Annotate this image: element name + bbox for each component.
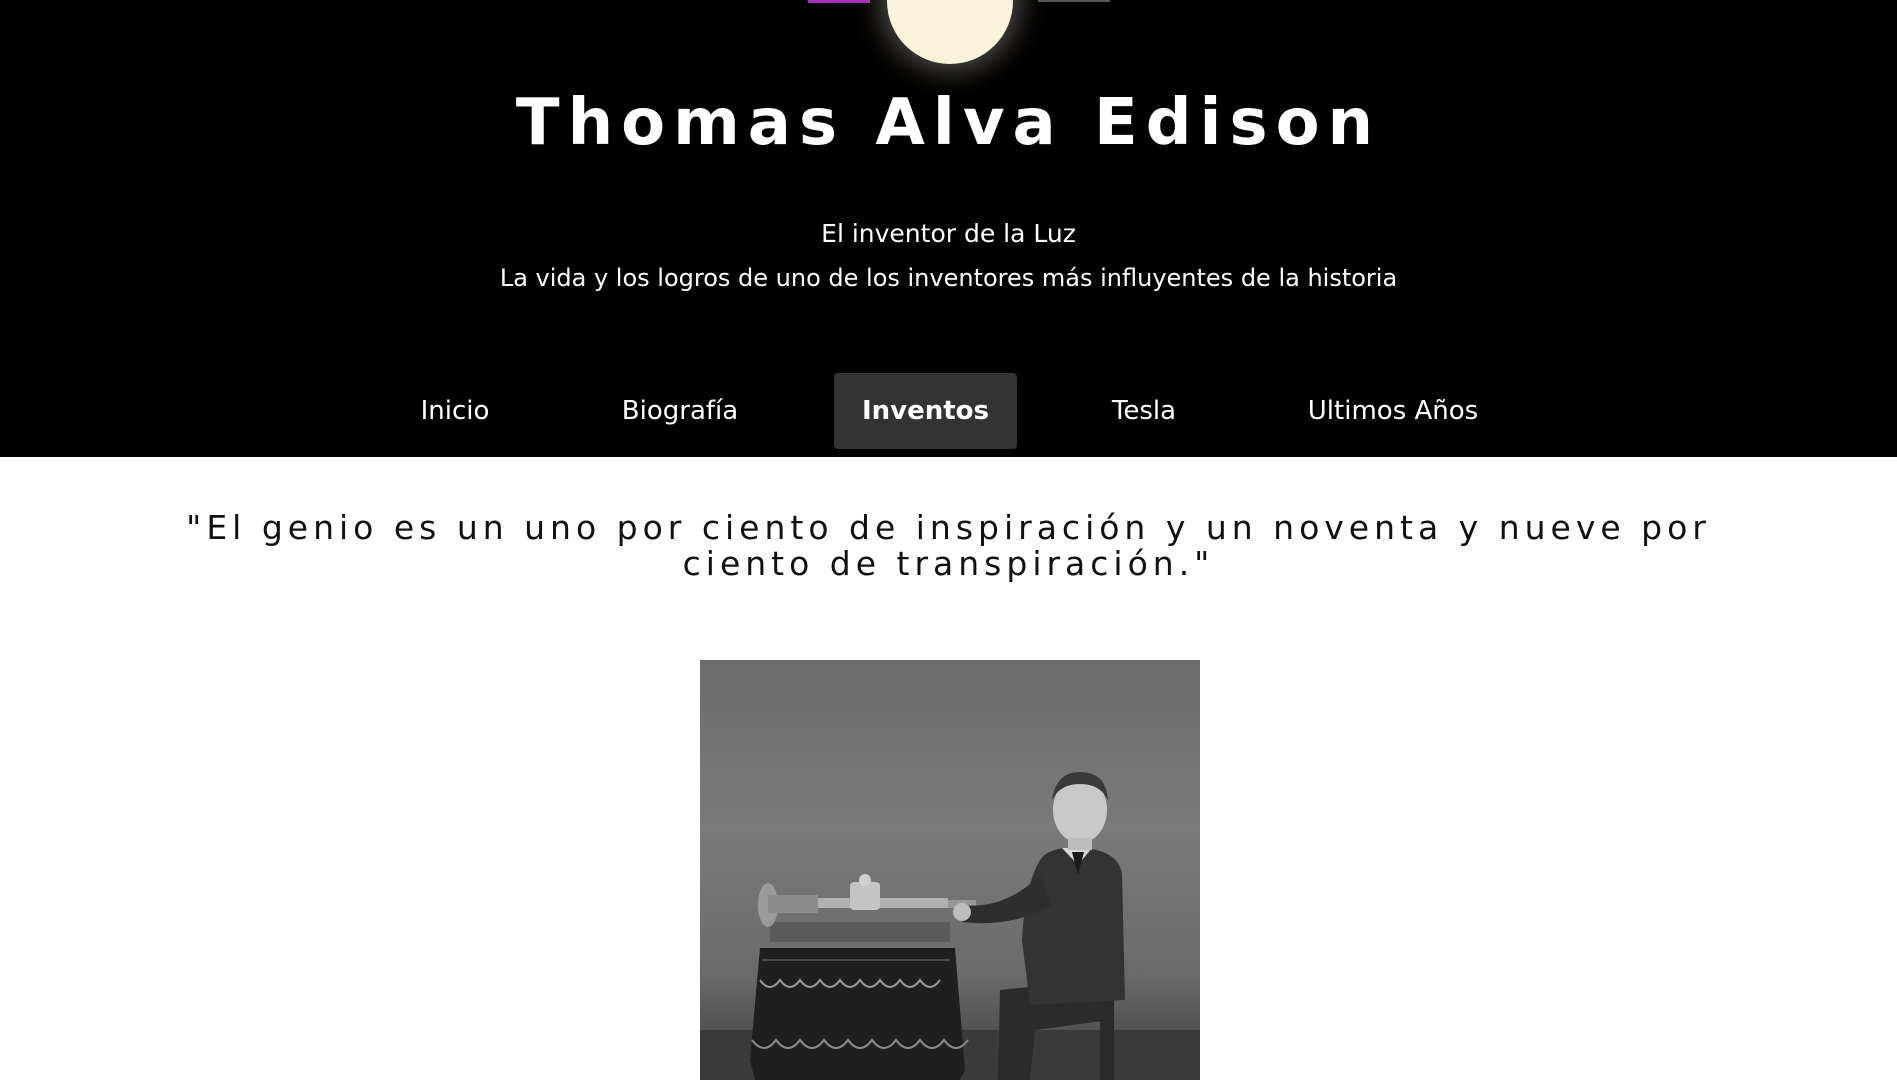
site-header: Thomas Alva Edison El inventor de la Luz…	[0, 0, 1897, 457]
site-title: Thomas Alva Edison	[515, 86, 1382, 160]
edison-quote: "El genio es un uno por ciento de inspir…	[186, 508, 1711, 583]
page: Thomas Alva Edison El inventor de la Luz…	[0, 0, 1897, 1080]
bulb-accent-left	[808, 0, 870, 3]
main-nav: Inicio Biografía Inventos Tesla Ultimos …	[0, 373, 1897, 449]
edison-phonograph-photo	[700, 660, 1200, 1080]
photo-illustration	[700, 772, 1200, 1080]
nav-item-tesla[interactable]: Tesla	[1070, 373, 1218, 449]
site-tagline: El inventor de la Luz	[821, 219, 1076, 248]
light-bulb-icon	[887, 0, 1013, 64]
bulb-accent-right	[1038, 0, 1110, 2]
nav-item-inicio[interactable]: Inicio	[380, 373, 530, 449]
nav-item-inventos[interactable]: Inventos	[834, 373, 1017, 449]
nav-item-biografia[interactable]: Biografía	[595, 373, 765, 449]
nav-item-ultimos-anos[interactable]: Ultimos Años	[1285, 373, 1501, 449]
site-subtitle: La vida y los logros de uno de los inven…	[499, 264, 1398, 292]
